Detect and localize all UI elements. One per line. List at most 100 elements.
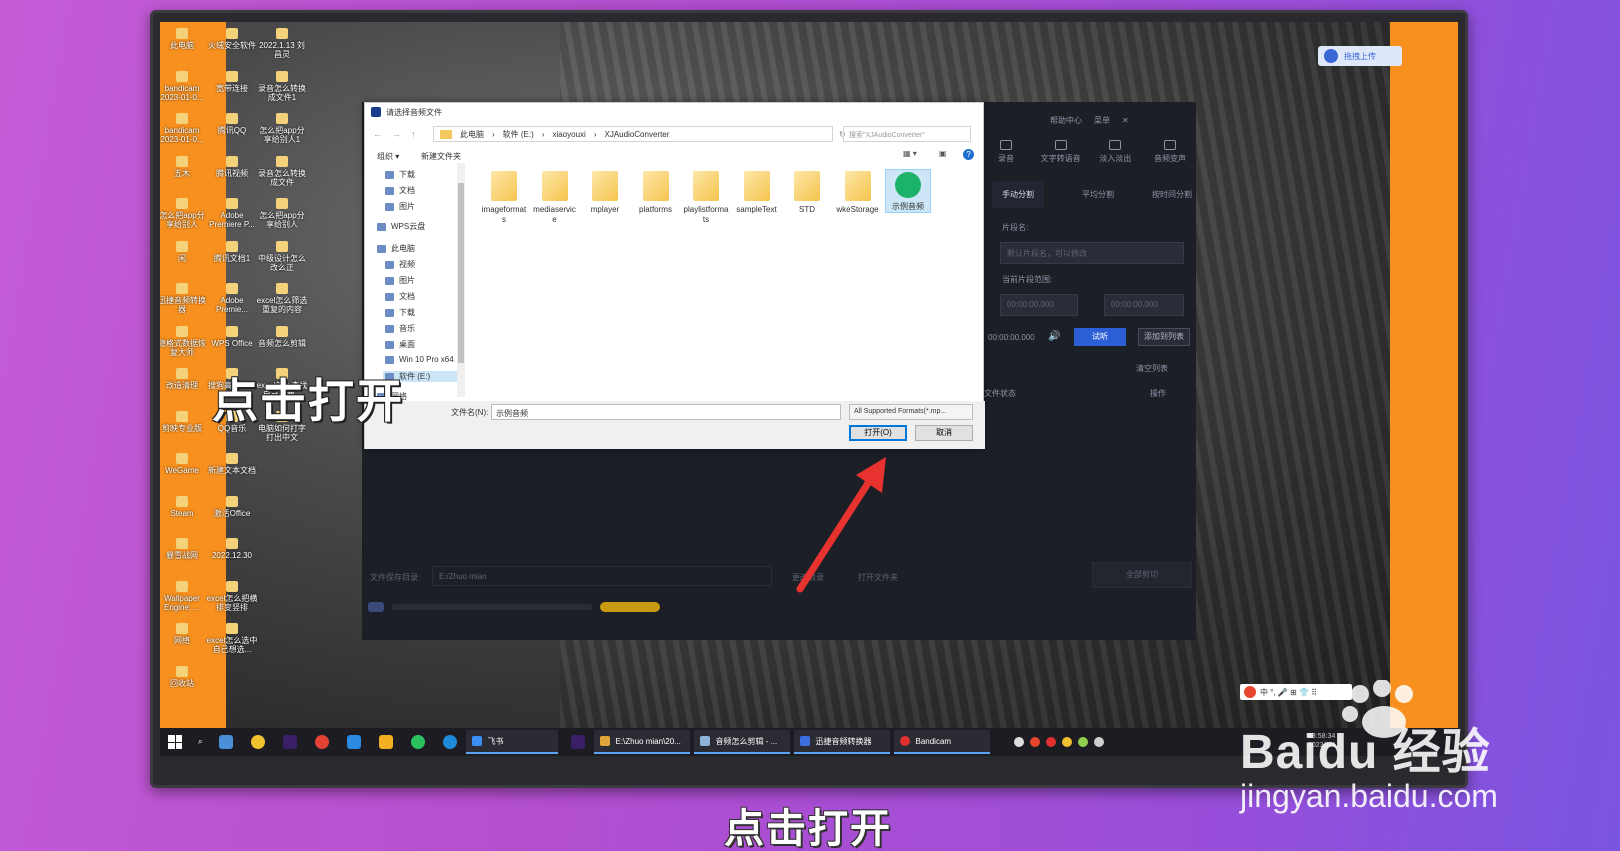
view-options-icon[interactable]: ▦ ▾ (903, 149, 917, 158)
tab-voice-change[interactable]: 音频变声 (1144, 140, 1196, 164)
task-browser[interactable]: 音频怎么剪辑 - ... (694, 730, 791, 754)
tab-time-split[interactable]: 按时间分割 (1152, 189, 1192, 200)
premiere-task-icon[interactable] (571, 735, 586, 749)
desktop-icon[interactable]: 录音怎么转换成文件 (256, 155, 308, 187)
desktop-icon[interactable]: 闲 (160, 240, 208, 263)
up-arrow-icon[interactable]: ↑ (411, 129, 416, 139)
qq-icon[interactable] (379, 735, 394, 749)
desktop-icon[interactable]: 中级设计怎么改么正 (256, 240, 308, 272)
task-bandicam[interactable]: Bandicam (894, 730, 991, 754)
sidebar-item[interactable]: WPS云盘 (377, 221, 425, 232)
task-feishu[interactable]: 飞书 (466, 730, 559, 754)
sidebar-item[interactable]: 此电脑 (377, 243, 415, 254)
help-icon[interactable]: ? (963, 149, 974, 160)
desktop-icon[interactable]: Adobe Premiere P... (206, 198, 258, 229)
desktop-icon[interactable]: WeGame (160, 453, 208, 475)
sidebar-item[interactable]: 下载 (385, 307, 415, 318)
folder-item[interactable]: playlistformats (683, 169, 729, 225)
desktop-icon[interactable]: bandicam 2023-01-0... (160, 113, 208, 144)
wechat-icon[interactable] (411, 735, 426, 749)
desktop-icon[interactable]: excel怎么选中自己想选... (206, 623, 258, 654)
folder-item[interactable]: sampleText (734, 169, 780, 215)
open-button[interactable]: 打开(O) (849, 425, 907, 441)
ime-toolbar[interactable]: 中 °, 🎤 ⊞ 👕 ⠿ (1240, 684, 1352, 700)
scrollbar-thumb[interactable] (458, 183, 464, 363)
sidebar-item[interactable]: 文档 (385, 291, 415, 302)
back-arrow-icon[interactable]: ← (373, 129, 382, 139)
desktop-icon[interactable]: 音频怎么剪辑 (256, 325, 308, 348)
premiere-icon[interactable] (283, 735, 298, 749)
desktop-icon[interactable]: 激活Office (206, 495, 258, 518)
clear-list-link[interactable]: 清空列表 (1136, 363, 1168, 374)
try-listen-button[interactable]: 试听 (1074, 328, 1126, 346)
search-icon[interactable]: ⌕ (198, 737, 202, 747)
browser-icon[interactable] (347, 735, 362, 749)
desktop-icon[interactable]: 迅捷音频转换器 (160, 283, 208, 314)
desktop-icon[interactable]: 怎么把app分享给别人1 (256, 113, 308, 144)
folder-item[interactable]: imageformats (481, 169, 527, 225)
folder-item[interactable]: STD (784, 169, 830, 215)
task-audio-converter[interactable]: 迅捷音频转换器 (794, 730, 891, 754)
desktop-icon[interactable]: 怎么把app分享给别人 (160, 198, 208, 229)
close-icon[interactable]: ✕ (1122, 116, 1129, 125)
sidebar-item[interactable]: 下载 (385, 169, 415, 180)
desktop-icon[interactable]: 录音怎么转换成文件1 (256, 70, 308, 102)
breadcrumb-item-pc[interactable]: 此电脑 (460, 129, 484, 140)
folder-item[interactable]: mediaservice (532, 169, 578, 225)
desktop-icon[interactable]: 五木 (160, 155, 208, 178)
desktop-icon[interactable]: 2022.1.13 刘昌灵 (256, 28, 308, 59)
tab-record[interactable]: 录音 (980, 140, 1032, 164)
folder-item[interactable]: mplayer (582, 169, 628, 215)
sidebar-item[interactable]: 桌面 (385, 339, 415, 350)
sidebar-item[interactable]: 文档 (385, 185, 415, 196)
desktop-icon[interactable]: 网络 (160, 623, 208, 645)
desktop-icon[interactable]: 腾讯文档1 (206, 240, 258, 263)
desktop-icon[interactable]: 怎么把app分享给别人 (256, 198, 308, 229)
desktop-icon[interactable]: 宽带连接 (206, 70, 258, 93)
menu-link[interactable]: 菜单 (1094, 115, 1110, 126)
new-folder-button[interactable]: 新建文件夹 (421, 151, 461, 162)
desktop-icon[interactable]: 火绒安全软件 (206, 28, 258, 50)
organize-menu[interactable]: 组织 ▾ (377, 151, 399, 162)
sidebar-item[interactable]: 音乐 (385, 323, 415, 334)
search-input[interactable]: 搜索"XJAudioConverter" (843, 126, 971, 142)
file-item-selected[interactable]: 示例音频 (885, 169, 931, 213)
cloud-upload-button[interactable]: 拖拽上传 (1318, 46, 1402, 66)
file-type-select[interactable]: All Supported Formats(*.mp... (849, 404, 973, 420)
tab-average-split[interactable]: 平均分割 (1082, 189, 1114, 200)
desktop-icon[interactable]: 2022.12.30 (206, 538, 258, 560)
sidebar-item[interactable]: Win 10 Pro x64 (385, 355, 454, 364)
desktop-icon[interactable]: 新建文本文档 (206, 453, 258, 475)
desktop-icon[interactable]: Steam (160, 495, 208, 518)
sidebar-item[interactable]: 图片 (385, 275, 415, 286)
preview-pane-icon[interactable]: ▣ (939, 149, 947, 158)
range-end-input[interactable]: 00:00:00.000 (1104, 294, 1184, 316)
task-explorer[interactable]: E:\Zhuo mian\20... (594, 730, 691, 754)
edge-icon[interactable] (443, 735, 458, 749)
sidebar-item[interactable]: 视频 (385, 259, 415, 270)
chrome-icon[interactable] (315, 735, 330, 749)
save-dir-input[interactable]: E:/Zhuo mian (432, 566, 772, 586)
help-center-link[interactable]: 帮助中心 (1050, 115, 1082, 126)
desktop-icon[interactable]: 隐格式数据恢复大师 (160, 325, 208, 357)
folder-item[interactable]: wkeStorage (835, 169, 881, 215)
breadcrumb-item-converter[interactable]: XJAudioConverter (604, 130, 669, 139)
windows-start-icon[interactable] (168, 735, 182, 749)
photos-icon[interactable] (219, 735, 234, 749)
folder-item[interactable]: platforms (633, 169, 679, 215)
desktop-icon[interactable]: WPS Office (206, 325, 258, 348)
breadcrumb-item-xiaoyouxi[interactable]: xiaoyouxi (552, 130, 585, 139)
tab-manual-split[interactable]: 手动分割 (992, 180, 1044, 208)
desktop-icon[interactable]: 暴雪战网 (160, 538, 208, 560)
breadcrumb[interactable]: 此电脑 › 软件 (E:) › xiaoyouxi › XJAudioConverte… (433, 126, 833, 142)
sidebar-item[interactable]: 图片 (385, 201, 415, 212)
tab-tts[interactable]: 文字转语音 (1035, 140, 1087, 164)
desktop-icon[interactable]: 改造清理 (160, 368, 208, 390)
volume-icon[interactable]: 🔊 (1048, 331, 1060, 342)
range-start-input[interactable]: 00:00:00.000 (1000, 294, 1078, 316)
desktop-icon[interactable]: excel怎么筛选重复的内容 (256, 283, 308, 314)
desktop-icon[interactable]: excel怎么把横排变竖排 (206, 580, 258, 612)
nav-scrollbar[interactable] (457, 163, 465, 397)
desktop-icon[interactable]: Adobe Premie... (206, 283, 258, 314)
cancel-button[interactable]: 取消 (915, 425, 973, 441)
